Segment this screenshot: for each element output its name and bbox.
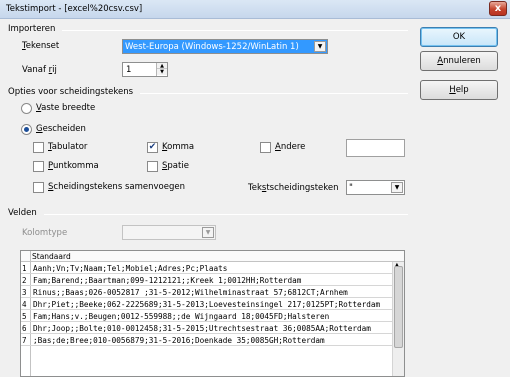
table-row[interactable]: 7 ;Bas;de;Bree;010-0056879;31-5-2016;Doen…	[21, 335, 393, 346]
preview-grid[interactable]: Standaard 1 Aanh;Vn;Tv;Naam;Tel;Mobiel;Ad…	[20, 250, 405, 377]
separator-options-group-label: Opties voor scheidingstekens	[8, 87, 134, 97]
separator-options-separator	[140, 93, 408, 94]
column-type-label: Kolomtype	[22, 228, 68, 238]
import-group-label: Importeren	[8, 24, 56, 34]
row-cell: Dhr;Piet;;Beeke;062-2225689;31-5-2013;Lo…	[33, 300, 381, 309]
text-delimiter-prefix: Tek	[248, 183, 262, 193]
table-row[interactable]: 3 Rinus;;Baas;026-0052817 ;31-5-2012;Wilh…	[21, 287, 393, 298]
merge-rest: cheidingstekens samenvoegen	[53, 182, 185, 192]
tab-checkbox[interactable]	[33, 142, 44, 153]
row-number: 5	[22, 312, 27, 321]
title-bar: Tekstimport - [excel%20csv.csv] x	[0, 0, 510, 19]
row-number: 2	[22, 276, 27, 285]
other-checkbox[interactable]	[260, 142, 271, 153]
table-row[interactable]: 4 Dhr;Piet;;Beeke;062-2225689;31-5-2013;L…	[21, 299, 393, 310]
spin-down-icon[interactable]: ▼	[157, 69, 167, 75]
text-import-dialog: Tekstimport - [excel%20csv.csv] x Import…	[0, 0, 510, 377]
comma-label: Komma	[162, 142, 194, 152]
row-number: 4	[22, 300, 27, 309]
charset-select[interactable]: West-Europa (Windows-1252/WinLatin 1) ▼	[122, 39, 328, 54]
row-cell: Dhr;Joop;;Bolte;010-0012458;31-5-2015;Ut…	[33, 324, 371, 333]
separated-rest: escheiden	[42, 124, 86, 134]
table-row[interactable]: 1 Aanh;Vn;Tv;Naam;Tel;Mobiel;Adres;Pc;Pla…	[21, 263, 393, 274]
window-title: Tekstimport - [excel%20csv.csv]	[6, 4, 143, 14]
row-number: 3	[22, 288, 27, 297]
spinner-buttons[interactable]: ▲ ▼	[156, 63, 167, 76]
text-delimiter-select[interactable]: " ▼	[346, 180, 405, 195]
space-label: Spatie	[162, 161, 189, 171]
other-separator-input[interactable]	[346, 139, 405, 157]
from-row-spinner[interactable]: 1 ▲ ▼	[122, 62, 168, 77]
fixed-width-radio[interactable]	[21, 103, 32, 114]
from-row-label: Vanaf rij	[22, 65, 57, 75]
separated-mnemonic: G	[36, 124, 43, 134]
comma-checkbox[interactable]: ✔	[147, 142, 158, 153]
space-checkbox[interactable]	[147, 161, 158, 172]
scrollbar-thumb[interactable]	[394, 266, 403, 348]
text-delimiter-label: Tekstscheidingsteken	[248, 183, 339, 193]
row-number: 7	[22, 336, 27, 345]
charset-label: Tekenset	[22, 41, 59, 51]
charset-value: West-Europa (Windows-1252/WinLatin 1)	[125, 42, 299, 52]
merge-separators-checkbox[interactable]	[33, 182, 44, 193]
row-cell: ;Bas;de;Bree;010-0056879;31-5-2016;Doenk…	[33, 336, 325, 345]
fixed-width-label: Vaste breedte	[36, 103, 95, 113]
table-row[interactable]: 6 Dhr;Joop;;Bolte;010-0012458;31-5-2015;U…	[21, 323, 393, 334]
fields-group-label: Velden	[8, 208, 37, 218]
other-rest: ndere	[280, 142, 306, 152]
ok-button[interactable]: OK	[420, 27, 498, 47]
column-type-select[interactable]: ▼	[122, 225, 216, 240]
grid-header: Standaard	[21, 251, 404, 262]
fields-separator	[44, 214, 408, 215]
tab-rest: abulator	[51, 142, 88, 152]
charset-label-rest: ekenset	[25, 41, 60, 51]
import-separator	[62, 30, 408, 31]
cancel-rest: nnuleren	[443, 56, 481, 66]
row-cell: Aanh;Vn;Tv;Naam;Tel;Mobiel;Adres;Pc;Plaa…	[33, 264, 228, 273]
help-rest: elp	[455, 85, 469, 95]
close-icon[interactable]: x	[489, 1, 507, 16]
tab-label: Tabulator	[48, 142, 87, 152]
text-delimiter-value: "	[349, 183, 353, 193]
separated-radio[interactable]	[21, 124, 32, 135]
table-row[interactable]: 2 Fam;Barend;;Baartman;099-1212121;;Kreek…	[21, 275, 393, 286]
row-number: 1	[22, 264, 27, 273]
help-button[interactable]: Help	[420, 80, 498, 100]
space-rest: patie	[167, 161, 189, 171]
table-row[interactable]: 5 Fam;Hans;v.;Beugen;0012-559988;;de Wijn…	[21, 311, 393, 322]
comma-rest: omma	[167, 142, 195, 152]
semicolon-rest: untkomma	[52, 161, 99, 171]
separated-label: Gescheiden	[36, 124, 86, 134]
chevron-down-icon[interactable]: ▼	[202, 227, 214, 238]
column-header-standard[interactable]: Standaard	[32, 252, 71, 261]
merge-separators-label: Scheidingstekens samenvoegen	[48, 182, 185, 192]
from-row-value: 1	[126, 65, 132, 75]
row-cell: Rinus;;Baas;026-0052817 ;31-5-2012;Wilhe…	[33, 288, 348, 297]
from-row-label-prefix: Vanaf	[22, 65, 49, 75]
chevron-down-icon[interactable]: ▼	[314, 41, 326, 52]
row-cell: Fam;Hans;v.;Beugen;0012-559988;;de Wijng…	[33, 312, 330, 321]
semicolon-label: Puntkomma	[48, 161, 99, 171]
row-cell: Fam;Barend;;Baartman;099-1212121;;Kreek …	[33, 276, 302, 285]
fixed-width-rest: aste breedte	[41, 103, 96, 113]
vertical-scrollbar[interactable]: ▲	[392, 262, 404, 376]
other-label: Andere	[275, 142, 305, 152]
text-delimiter-rest: tscheidingsteken	[266, 183, 339, 193]
row-number: 6	[22, 324, 27, 333]
cancel-button[interactable]: Annuleren	[420, 51, 498, 71]
from-row-label-rest: ij	[52, 65, 57, 75]
semicolon-checkbox[interactable]	[33, 161, 44, 172]
chevron-down-icon[interactable]: ▼	[391, 182, 403, 193]
